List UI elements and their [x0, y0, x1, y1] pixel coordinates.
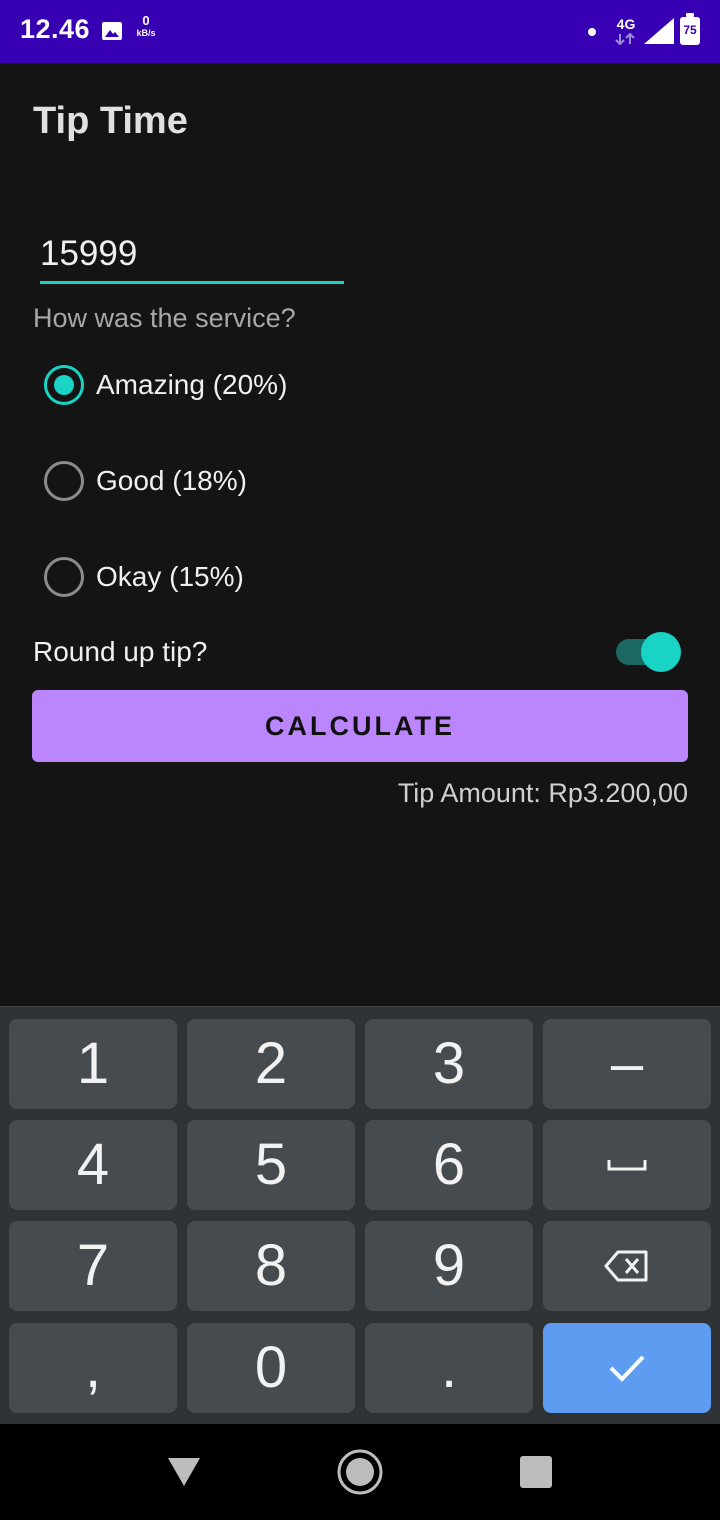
numeric-keyboard: 1 2 3 – 4 5 6 7 8 9 , 0 . — [0, 1006, 720, 1424]
radio-button-checked-icon[interactable] — [44, 365, 84, 405]
key-done[interactable] — [543, 1323, 711, 1413]
round-up-tip-switch[interactable] — [614, 632, 682, 672]
radio-option-amazing[interactable]: Amazing (20%) — [44, 355, 444, 415]
radio-button-unchecked-icon[interactable] — [44, 461, 84, 501]
key-9[interactable]: 9 — [365, 1221, 533, 1311]
radio-option-okay[interactable]: Okay (15%) — [44, 547, 444, 607]
navigation-bar — [0, 1424, 720, 1520]
cost-of-service-field[interactable] — [40, 230, 344, 284]
radio-label-amazing: Amazing (20%) — [96, 369, 288, 400]
tip-result: Tip Amount: Rp3.200,00 — [397, 778, 688, 808]
network-type: 4G — [616, 16, 636, 32]
network-speed-unit: kB/s — [136, 28, 156, 38]
round-up-tip-label: Round up tip? — [33, 636, 208, 667]
home-icon[interactable] — [336, 1448, 384, 1496]
radio-label-good: Good (18%) — [96, 465, 247, 496]
key-0[interactable]: 0 — [187, 1323, 355, 1413]
key-8[interactable]: 8 — [187, 1221, 355, 1311]
key-backspace[interactable] — [543, 1221, 711, 1311]
key-3[interactable]: 3 — [365, 1019, 533, 1109]
key-space[interactable] — [543, 1120, 711, 1210]
service-question-label: How was the service? — [33, 303, 296, 333]
network-speed: 0 kB/s — [132, 13, 160, 38]
status-time: 12.46 — [20, 14, 91, 44]
network-speed-value: 0 — [142, 13, 150, 28]
key-dash[interactable]: – — [543, 1019, 711, 1109]
notification-dot-icon — [588, 28, 596, 36]
radio-button-unchecked-icon[interactable] — [44, 557, 84, 597]
image-notification-icon — [102, 22, 122, 40]
key-2[interactable]: 2 — [187, 1019, 355, 1109]
key-comma[interactable]: , — [9, 1323, 177, 1413]
radio-option-good[interactable]: Good (18%) — [44, 451, 444, 511]
backspace-icon — [604, 1250, 648, 1282]
key-6[interactable]: 6 — [365, 1120, 533, 1210]
app-title: Tip Time — [33, 100, 188, 142]
calculate-button[interactable]: CALCULATE — [32, 690, 688, 762]
switch-thumb[interactable] — [641, 632, 681, 672]
key-5[interactable]: 5 — [187, 1120, 355, 1210]
space-icon — [607, 1160, 647, 1171]
data-arrows-icon — [615, 33, 635, 45]
status-bar: 12.46 0 kB/s 4G 75 — [0, 0, 720, 63]
cost-of-service-input[interactable] — [40, 230, 344, 278]
radio-label-okay: Okay (15%) — [96, 561, 244, 592]
check-icon — [609, 1355, 645, 1382]
battery-icon: 75 — [680, 13, 700, 45]
recents-icon[interactable] — [520, 1456, 552, 1488]
key-4[interactable]: 4 — [9, 1120, 177, 1210]
back-icon[interactable] — [166, 1454, 202, 1488]
key-1[interactable]: 1 — [9, 1019, 177, 1109]
key-period[interactable]: . — [365, 1323, 533, 1413]
key-7[interactable]: 7 — [9, 1221, 177, 1311]
signal-strength-icon — [644, 18, 674, 44]
battery-level: 75 — [683, 23, 697, 37]
